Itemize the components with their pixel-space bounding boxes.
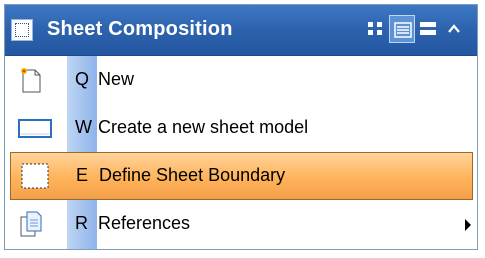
grid-view-button[interactable]	[363, 15, 389, 43]
menu-item-create-sheet-model[interactable]: W Create a new sheet model	[5, 104, 477, 152]
list-view-icon	[394, 22, 412, 38]
menu-item-label: Create a new sheet model	[98, 117, 309, 137]
collapse-chevron-icon	[448, 24, 460, 33]
sheet-model-icon	[18, 119, 52, 138]
panel-title: Sheet Composition	[47, 18, 233, 40]
menu-item-new[interactable]: Q New	[5, 56, 477, 104]
submenu-arrow-icon	[465, 219, 471, 231]
command-list: Q New W Create a new sheet model E Defin…	[5, 56, 477, 249]
shortcut-key: Q	[75, 69, 90, 89]
menu-item-references[interactable]: R References	[5, 200, 477, 248]
list-view-button[interactable]	[389, 15, 415, 43]
grid-view-icon	[368, 22, 382, 35]
shortcut-key: R	[75, 213, 88, 233]
new-document-icon	[21, 68, 41, 93]
sheet-composition-icon	[11, 19, 33, 41]
menu-item-label: References	[98, 213, 191, 233]
shortcut-key: E	[76, 165, 89, 185]
detail-view-icon	[420, 22, 436, 35]
sheet-composition-panel: Sheet Composition Q New W Create a new s…	[4, 4, 478, 250]
references-icon	[20, 211, 42, 237]
panel-header: Sheet Composition	[5, 5, 477, 56]
menu-item-label: New	[98, 69, 135, 89]
menu-item-label: Define Sheet Boundary	[99, 165, 286, 185]
detail-view-button[interactable]	[415, 15, 441, 43]
collapse-button[interactable]	[441, 15, 467, 43]
menu-item-define-sheet-boundary[interactable]: E Define Sheet Boundary	[10, 152, 473, 200]
shortcut-key: W	[75, 117, 92, 137]
sheet-boundary-icon	[21, 163, 49, 189]
